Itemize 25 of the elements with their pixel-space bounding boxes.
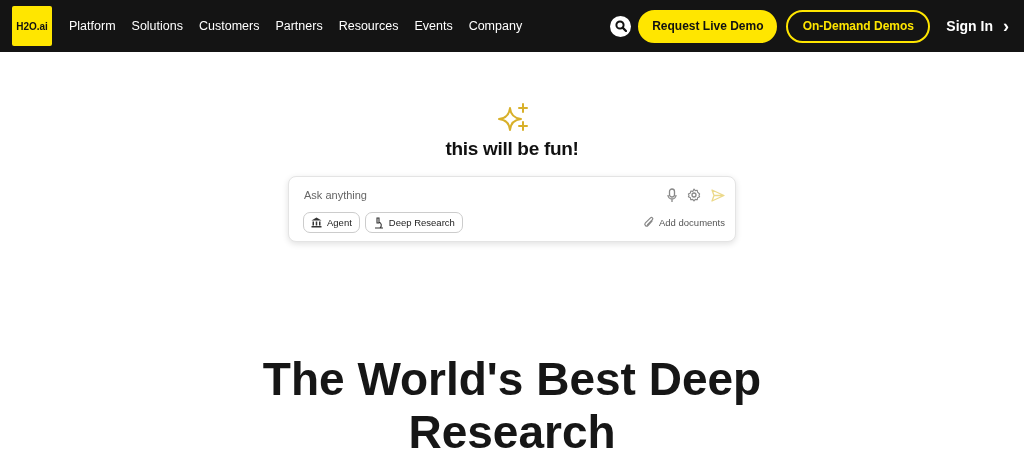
microphone-icon[interactable] [667,187,677,203]
search-icon [614,20,627,32]
request-demo-button[interactable]: Request Live Demo [638,9,778,43]
microscope-icon [372,216,384,229]
chevron-icon: › [1003,15,1009,37]
mode-chip[interactable]: Deep Research [364,212,463,233]
paperclip-icon [643,216,655,229]
mode-chip[interactable]: Agent [303,212,360,233]
nav-link[interactable]: Company [468,19,523,33]
bank-icon [311,217,322,228]
sparkle-icon [497,103,531,133]
on-demand-demos-button[interactable]: On-Demand Demos [786,9,931,43]
sign-in-link[interactable]: Sign In [946,18,993,34]
headline: The World's Best Deep Research [261,353,763,459]
nav-link[interactable]: Resources [338,19,399,33]
nav-link[interactable]: Solutions [131,19,183,33]
logo[interactable]: H2O.ai [12,6,52,46]
nav-link[interactable]: Events [414,19,453,33]
search-button[interactable] [610,15,632,37]
nav-link[interactable]: Platform [69,19,116,33]
nav-link[interactable]: Customers [199,19,260,33]
settings-icon[interactable] [687,188,701,202]
add-documents-link[interactable]: Add documents [643,216,725,229]
tagline: this will be fun! [445,138,579,160]
nav-link[interactable]: Partners [275,19,323,33]
